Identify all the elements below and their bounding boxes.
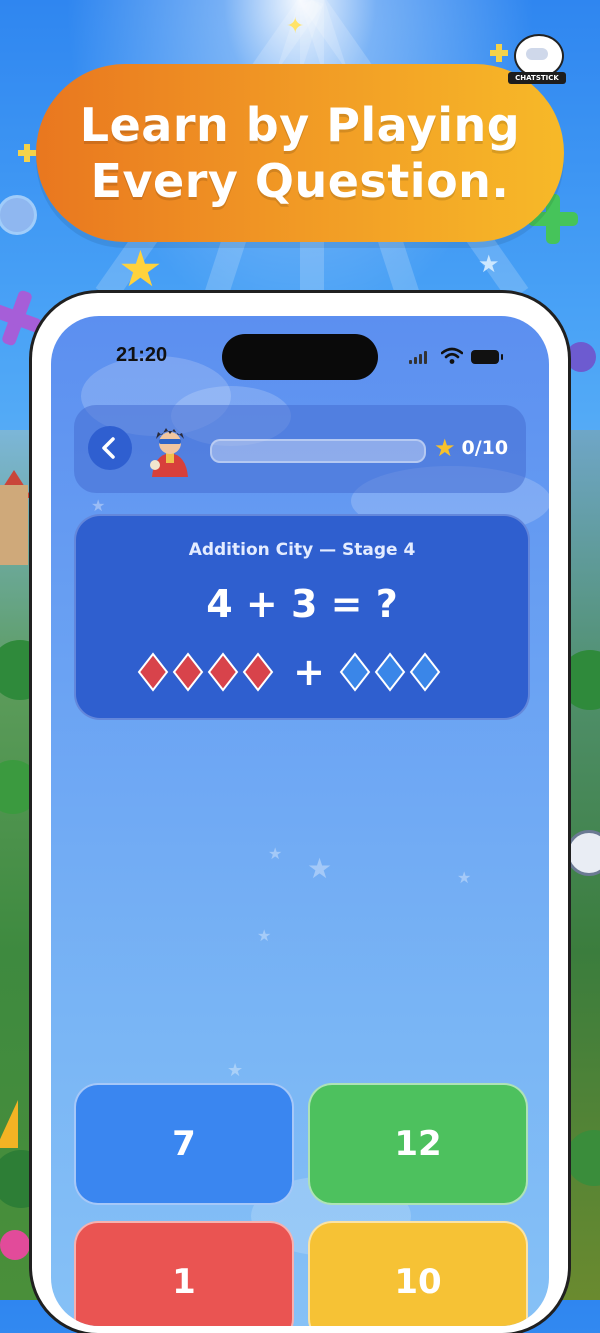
red-diamond-icon	[207, 652, 239, 692]
planet-icon	[0, 198, 34, 232]
question-card: Addition City — Stage 4 4 + 3 = ? +	[74, 514, 530, 720]
battery-icon	[471, 350, 503, 364]
castle-tower	[0, 485, 28, 565]
brand-name: CHATSTICK	[508, 72, 566, 84]
game-header: ★ 0/10	[74, 405, 526, 493]
blue-diamond-icon	[409, 652, 441, 692]
level-progress-bar	[210, 439, 426, 463]
answer-label: 10	[394, 1262, 442, 1302]
planet-icon	[566, 342, 596, 372]
flower	[0, 1230, 30, 1260]
banner-line-2: Every Question.	[90, 154, 510, 208]
answer-label: 7	[172, 1124, 196, 1164]
sparkle-icon: ✦	[286, 14, 305, 39]
character-avatar-icon	[150, 428, 188, 477]
back-button[interactable]	[88, 426, 132, 470]
yellow-plus-icon	[18, 144, 36, 162]
chat-dots	[526, 48, 548, 60]
answer-button-3[interactable]: 1	[74, 1221, 294, 1326]
star-icon: ★	[434, 434, 456, 462]
answer-label: 12	[394, 1124, 442, 1164]
red-diamond-icon	[137, 652, 169, 692]
star-decoration-icon: ★	[118, 240, 163, 298]
red-diamond-icon	[172, 652, 204, 692]
equation-text: 4 + 3 = ?	[206, 582, 398, 626]
banner-line-1: Learn by Playing	[79, 98, 521, 152]
blue-diamond-icon	[374, 652, 406, 692]
triangle-block-icon	[0, 1100, 18, 1148]
star-bg-icon: ★	[91, 496, 106, 515]
dynamic-island	[222, 334, 378, 380]
wifi-icon	[441, 347, 463, 364]
cellular-signal-icon	[409, 350, 431, 364]
yellow-plus-icon	[490, 44, 508, 62]
answer-button-1[interactable]: 7	[74, 1083, 294, 1205]
plus-operator: +	[293, 652, 325, 692]
promo-banner: Learn by Playing Every Question.	[36, 64, 564, 242]
counting-diamonds: +	[137, 652, 441, 692]
phone-screen: ★ ★ ★ ★ ★ ★ 21:20 ★ 0/10 Addition City —…	[51, 316, 549, 1326]
red-diamond-icon	[242, 652, 274, 692]
answer-button-4[interactable]: 10	[308, 1221, 528, 1326]
star-bg-icon: ★	[257, 926, 272, 945]
blue-diamond-icon	[339, 652, 371, 692]
star-decoration-icon: ★	[478, 250, 500, 278]
answer-button-2[interactable]: 12	[308, 1083, 528, 1205]
star-bg-icon: ★	[227, 1060, 244, 1081]
chevron-left-icon	[102, 437, 115, 459]
score-display: ★ 0/10	[434, 432, 508, 464]
star-bg-icon: ★	[268, 844, 283, 863]
chatstick-logo: CHATSTICK	[508, 34, 566, 86]
stage-title: Addition City — Stage 4	[188, 540, 416, 560]
answer-label: 1	[172, 1262, 196, 1302]
status-time: 21:20	[116, 344, 168, 366]
star-bg-icon: ★	[307, 852, 333, 885]
star-bg-icon: ★	[457, 868, 472, 887]
score-text: 0/10	[461, 437, 509, 459]
